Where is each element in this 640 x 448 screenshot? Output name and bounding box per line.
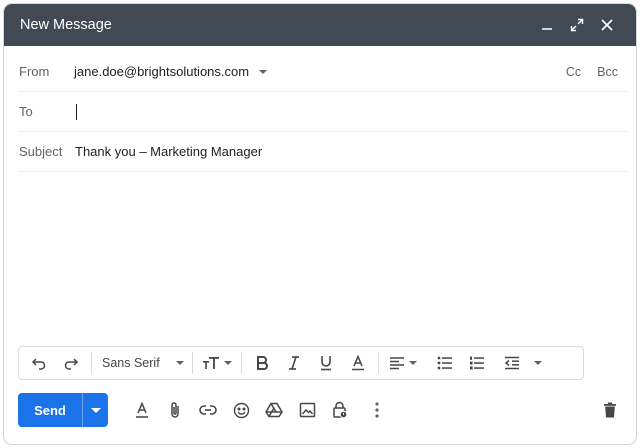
subject-row: Subject Thank you – Marketing Manager (18, 132, 628, 172)
font-family-select[interactable]: Sans Serif (96, 349, 188, 377)
chevron-down-icon (176, 361, 184, 365)
indent-less-icon (504, 356, 519, 370)
fullscreen-button[interactable] (562, 10, 592, 40)
bulleted-list-icon (437, 356, 452, 370)
insert-drive-button[interactable] (258, 394, 290, 426)
chevron-down-icon (409, 361, 417, 365)
font-size-button[interactable] (197, 349, 237, 377)
from-address: jane.doe@brightsolutions.com (74, 64, 250, 79)
bcc-link[interactable]: Bcc (597, 65, 618, 79)
indent-button[interactable] (499, 349, 547, 377)
from-label: From (19, 64, 50, 79)
compose-actions: Send (18, 392, 626, 428)
close-icon (601, 19, 613, 31)
compose-window: New Message From jane.doe@brightsolution… (4, 4, 636, 444)
confidential-mode-button[interactable] (324, 394, 356, 426)
toolbar-divider (378, 352, 379, 374)
undo-button[interactable] (23, 349, 55, 377)
italic-button[interactable] (278, 349, 310, 377)
emoji-icon (233, 402, 249, 418)
subject-label: Subject (19, 144, 63, 159)
expand-icon (570, 18, 584, 32)
align-button[interactable] (383, 349, 423, 377)
compose-titlebar: New Message (4, 4, 636, 46)
bold-icon (257, 356, 268, 370)
chevron-down-icon (534, 361, 542, 365)
link-icon (199, 405, 217, 415)
insert-link-button[interactable] (192, 394, 224, 426)
chevron-down-icon (259, 69, 268, 74)
align-left-icon (390, 357, 404, 370)
insert-emoji-button[interactable] (225, 394, 257, 426)
italic-icon (289, 356, 299, 370)
to-label: To (19, 104, 33, 119)
send-button[interactable]: Send (18, 393, 82, 427)
more-vertical-icon (375, 402, 379, 418)
text-format-icon (136, 401, 148, 418)
cc-link[interactable]: Cc (566, 65, 581, 79)
subject-input[interactable]: Thank you – Marketing Manager (74, 144, 262, 159)
formatting-options-button[interactable] (126, 394, 158, 426)
bulleted-list-button[interactable] (429, 349, 461, 377)
underline-button[interactable] (310, 349, 342, 377)
toolbar-divider (241, 352, 242, 374)
font-family-value: Sans Serif (102, 356, 160, 370)
numbered-list-button[interactable] (461, 349, 493, 377)
paperclip-icon (171, 402, 179, 418)
drive-icon (265, 402, 283, 418)
chevron-down-icon (224, 361, 232, 365)
font-size-icon (203, 357, 219, 369)
image-icon (299, 402, 315, 418)
chevron-down-icon (90, 407, 101, 413)
text-color-icon (352, 355, 364, 371)
underline-icon (321, 356, 331, 371)
close-button[interactable] (592, 10, 622, 40)
minimize-button[interactable] (532, 10, 562, 40)
bold-button[interactable] (246, 349, 278, 377)
toolbar-divider (91, 352, 92, 374)
schedule-send-dropdown[interactable] (82, 393, 108, 427)
send-button-group: Send (18, 393, 108, 427)
lock-clock-icon (333, 401, 348, 419)
minimize-icon (542, 28, 552, 30)
toolbar-divider (192, 352, 193, 374)
compose-title: New Message (20, 17, 112, 33)
redo-button[interactable] (55, 349, 87, 377)
to-input[interactable] (77, 99, 628, 124)
from-row: From jane.doe@brightsolutions.com Cc Bcc (18, 52, 628, 92)
message-body[interactable] (18, 174, 622, 344)
more-options-button[interactable] (361, 394, 393, 426)
trash-icon (604, 402, 616, 418)
discard-draft-button[interactable] (594, 394, 626, 426)
compose-tools (126, 394, 393, 426)
to-row: To (18, 92, 628, 132)
insert-photo-button[interactable] (291, 394, 323, 426)
attach-file-button[interactable] (159, 394, 191, 426)
text-color-button[interactable] (342, 349, 374, 377)
undo-icon (31, 358, 46, 370)
redo-icon (64, 358, 79, 370)
numbered-list-icon (470, 356, 484, 370)
from-selector[interactable]: jane.doe@brightsolutions.com (74, 64, 268, 79)
formatting-toolbar: Sans Serif (18, 346, 584, 380)
